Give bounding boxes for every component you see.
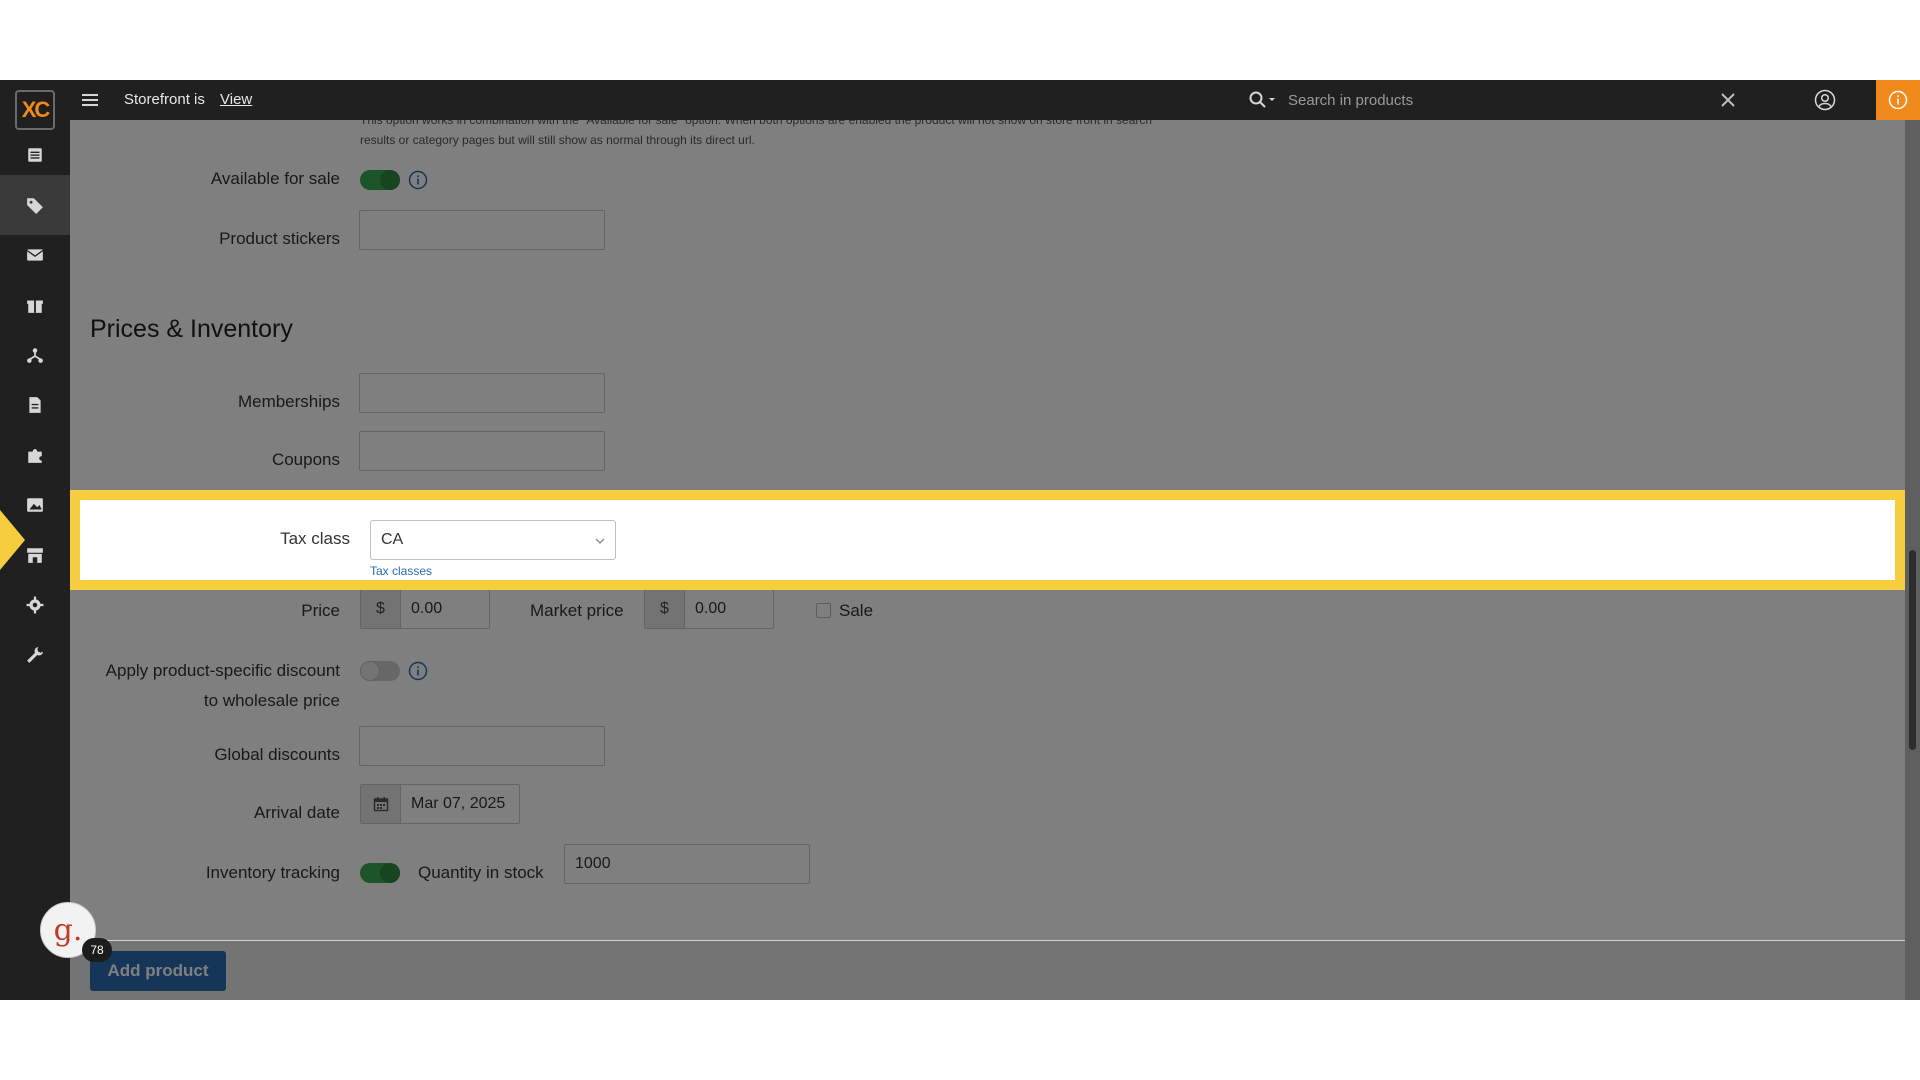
info-badge-button[interactable] (1876, 80, 1920, 120)
top-bar: Storefront is View (70, 80, 1920, 120)
calendar-icon[interactable] (361, 785, 401, 823)
footer-dim-overlay (70, 941, 1905, 1000)
list-icon (28, 148, 42, 162)
coupons-label: Coupons (271, 450, 340, 469)
tax-class-label: Tax class (280, 529, 350, 548)
arrival-date-label: Arrival date (254, 803, 340, 822)
market-price-currency-prefix: $ (645, 590, 685, 628)
close-icon[interactable] (1718, 90, 1738, 110)
document-icon (29, 397, 41, 413)
available-for-sale-label: Available for sale (210, 169, 340, 188)
sale-label: Sale (839, 601, 874, 620)
network-icon (27, 348, 43, 363)
wrench-icon (27, 647, 43, 663)
guide-count-badge: 78 (82, 938, 112, 962)
price-label: Price (301, 601, 340, 620)
puzzle-icon (28, 449, 42, 463)
price-currency-prefix: $ (361, 590, 401, 628)
inventory-tracking-label: Inventory tracking (205, 863, 340, 882)
global-discounts-input[interactable] (359, 726, 605, 766)
search-input[interactable] (1288, 86, 1648, 114)
product-stickers-label: Product stickers (219, 229, 340, 248)
gear-icon (26, 596, 44, 614)
app-window: XC Storefront is View Search in products… (0, 80, 1920, 1000)
search-icon[interactable] (1248, 90, 1278, 110)
inventory-tracking-toggle[interactable] (360, 863, 400, 883)
storefront-status-text: Storefront is (124, 91, 205, 108)
scrollbar[interactable] (1905, 120, 1920, 1000)
arrival-date-value: Mar 07, 2025 (411, 795, 506, 812)
memberships-label: Memberships (237, 392, 340, 411)
global-discounts-label: Global discounts (214, 745, 340, 764)
sticky-footer: Add product (70, 940, 1905, 1000)
hamburger-menu-icon[interactable] (80, 90, 100, 110)
price-value: 0.00 (411, 600, 443, 617)
guide-pointer-arrow (0, 510, 25, 570)
info-icon[interactable] (408, 170, 428, 190)
section-title: Prices & Inventory (90, 315, 293, 343)
scrollbar-thumb[interactable] (1909, 550, 1916, 750)
app-logo[interactable]: XC (15, 90, 55, 130)
envelope-icon (26, 249, 44, 261)
tax-class-selected-value: CA (381, 531, 404, 548)
chevron-down-icon (595, 538, 605, 544)
store-icon (27, 548, 43, 563)
product-stickers-input[interactable] (359, 210, 605, 250)
tax-class-select[interactable]: CA (370, 520, 616, 560)
market-price-label: Market price (530, 601, 624, 620)
tax-class-row: Tax class CA Tax classes (80, 500, 1895, 580)
discount-label-line1: Apply product-specific discount (105, 661, 340, 680)
market-price-input[interactable]: $ 0.00 (644, 589, 774, 629)
quantity-in-stock-value: 1000 (575, 855, 611, 872)
quantity-in-stock-input[interactable]: 1000 (564, 844, 810, 884)
sidebar-item-system-tools[interactable] (0, 625, 70, 685)
memberships-input[interactable] (359, 373, 605, 413)
available-for-sale-toggle[interactable] (360, 170, 400, 190)
storefront-view-link[interactable]: View (220, 91, 252, 108)
image-icon (27, 498, 43, 512)
info-circle-icon (1888, 90, 1908, 110)
user-account-icon[interactable] (1814, 89, 1836, 111)
coupons-input[interactable] (359, 431, 605, 471)
tag-icon (27, 198, 43, 214)
wholesale-discount-toggle[interactable] (360, 661, 400, 681)
quantity-in-stock-label: Quantity in stock (418, 863, 544, 882)
tax-class-highlight: Tax class CA Tax classes (70, 490, 1905, 590)
market-price-value: 0.00 (695, 600, 727, 617)
sale-option-note: This option works in combination with th… (360, 120, 1153, 147)
discount-label-line2: to wholesale price (203, 691, 340, 710)
price-input[interactable]: $ 0.00 (360, 589, 490, 629)
arrival-date-input[interactable]: Mar 07, 2025 (360, 784, 520, 824)
gift-icon (27, 300, 43, 313)
sale-checkbox[interactable] (816, 603, 831, 618)
add-product-button[interactable]: Add product (90, 951, 226, 991)
tax-classes-link[interactable]: Tax classes (370, 564, 432, 578)
info-icon[interactable] (408, 661, 428, 681)
